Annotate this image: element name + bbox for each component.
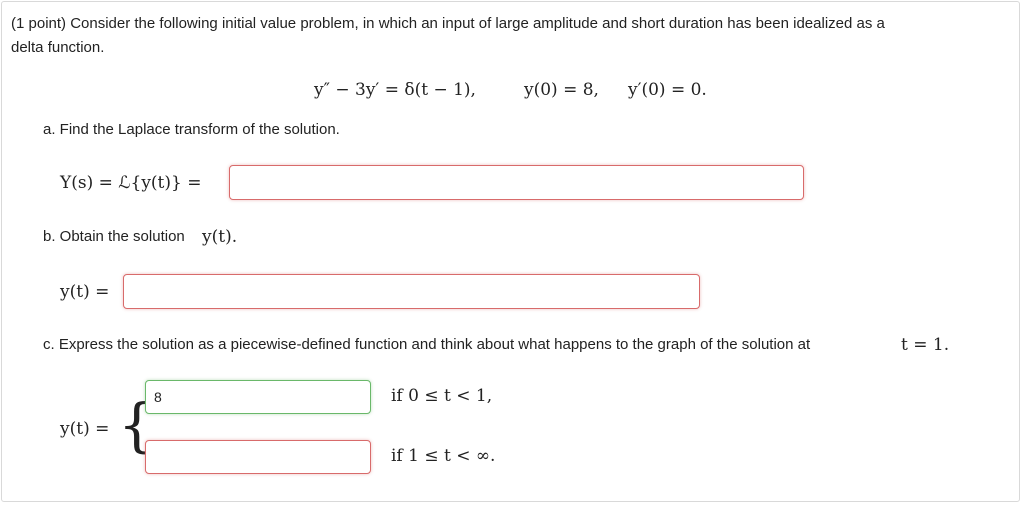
part-b-prompt-math: y(t). (202, 227, 238, 247)
piecewise-case1-condition: if 0 ≤ t < 1, (391, 386, 493, 406)
solution-input[interactable] (123, 274, 700, 309)
part-b-label: y(t) = (60, 282, 110, 302)
part-a-label: Y(s) = ℒ{y(t)} = (60, 173, 202, 193)
part-c-prompt-math: t = 1. (901, 335, 950, 355)
ode-equation: y″ − 3y′ = δ(t − 1), (314, 80, 476, 100)
piecewise-case2-condition: if 1 ≤ t < ∞. (391, 446, 496, 466)
piecewise-case1-input[interactable] (145, 380, 371, 414)
initial-condition-y0: y(0) = 8, (524, 80, 599, 100)
initial-condition-yprime0: y′(0) = 0. (628, 80, 707, 100)
part-c-prompt: c. Express the solution as a piecewise-d… (43, 336, 811, 353)
laplace-transform-input[interactable] (229, 165, 804, 200)
problem-intro-line1: (1 point) Consider the following initial… (11, 15, 885, 32)
part-a-prompt: a. Find the Laplace transform of the sol… (43, 121, 340, 138)
part-b-prompt: b. Obtain the solution (43, 228, 185, 245)
problem-panel: (1 point) Consider the following initial… (1, 1, 1020, 502)
problem-intro-line2: delta function. (11, 39, 105, 56)
piecewise-case2-input[interactable] (145, 440, 371, 474)
part-c-label: y(t) = (60, 419, 110, 439)
